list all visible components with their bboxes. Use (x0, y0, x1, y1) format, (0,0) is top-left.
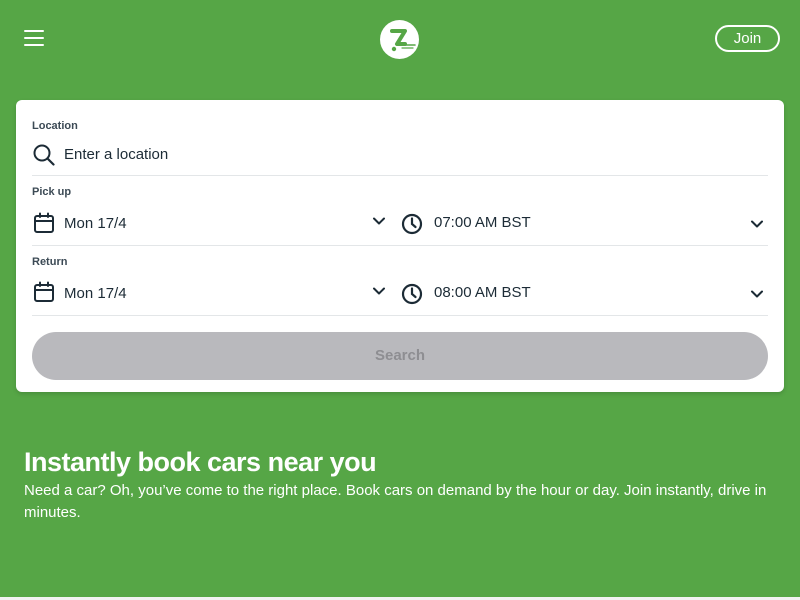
calendar-icon (34, 212, 54, 233)
return-date-value: Mon 17/4 (64, 285, 127, 302)
return-label: Return (32, 256, 68, 268)
clock-icon (401, 283, 423, 305)
hero-title: Instantly book cars near you (24, 447, 377, 477)
divider (32, 315, 768, 316)
hamburger-menu-icon[interactable] (22, 27, 46, 49)
divider (32, 245, 768, 246)
search-icon (33, 144, 55, 166)
chevron-down-icon (751, 290, 763, 298)
chevron-down-icon (373, 287, 385, 295)
divider (32, 175, 768, 176)
pickup-date-select[interactable]: Mon 17/4 (32, 206, 392, 240)
menu-bar (24, 30, 44, 32)
return-time-select[interactable]: 08:00 AM BST (400, 276, 768, 310)
join-button[interactable]: Join (715, 25, 780, 52)
hero-description: Need a car? Oh, you’ve come to the right… (24, 482, 767, 521)
clock-icon (401, 213, 423, 235)
calendar-icon (34, 281, 54, 302)
pickup-date-value: Mon 17/4 (64, 215, 127, 232)
chevron-down-icon (373, 217, 385, 225)
pickup-time-value: 07:00 AM BST (434, 214, 531, 231)
location-input[interactable] (64, 142, 764, 166)
return-date-select[interactable]: Mon 17/4 (32, 276, 392, 310)
return-time-value: 08:00 AM BST (434, 284, 531, 301)
search-card: Location Pick up Mon 17/4 07:00 A (16, 100, 784, 392)
z-logo-icon (390, 29, 416, 52)
search-button[interactable]: Search (32, 332, 768, 380)
page: Join Location Pick up Mon 17/4 (0, 0, 800, 600)
chevron-down-icon (751, 220, 763, 228)
menu-bar (24, 37, 44, 39)
location-label: Location (32, 120, 78, 132)
pickup-label: Pick up (32, 186, 72, 198)
pickup-time-select[interactable]: 07:00 AM BST (400, 206, 768, 240)
zipcar-logo[interactable] (380, 20, 419, 59)
menu-bar (24, 44, 44, 46)
